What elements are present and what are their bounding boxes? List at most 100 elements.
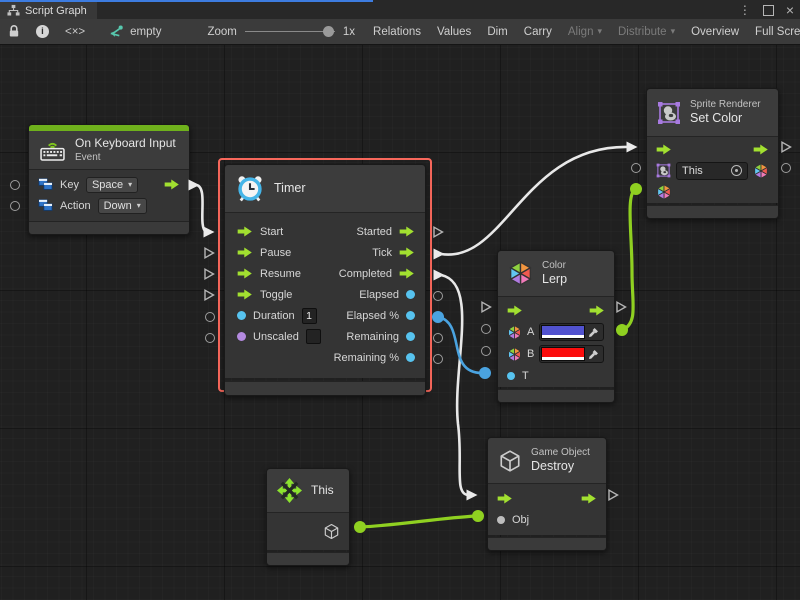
timer-remainingpct-port[interactable] — [433, 354, 443, 364]
exec-in-port[interactable] — [237, 226, 253, 237]
lerp-exit-port[interactable] — [614, 300, 628, 314]
window-menu-icon[interactable]: ⋮ — [739, 2, 751, 18]
exec-out-port[interactable] — [399, 268, 415, 279]
node-header[interactable]: Timer — [225, 165, 425, 213]
data-out-port[interactable] — [406, 290, 415, 299]
timer-start-connected-port[interactable] — [202, 225, 216, 239]
data-out-port[interactable] — [406, 311, 415, 320]
color-wheel-icon[interactable] — [507, 325, 522, 340]
node-header[interactable]: Game Object Destroy — [488, 438, 606, 484]
exec-out-port[interactable] — [399, 226, 415, 237]
distribute-dropdown[interactable]: Distribute▾ — [610, 19, 683, 44]
lerp-result-connected-port[interactable] — [616, 324, 628, 336]
exec-out-port[interactable] — [581, 493, 597, 504]
tab-script-graph[interactable]: Script Graph — [0, 2, 97, 19]
timer-tick-connected-port[interactable] — [432, 247, 446, 261]
keyboard-out-connected-port[interactable] — [187, 178, 201, 192]
timer-started-port[interactable] — [431, 225, 445, 239]
node-destroy[interactable]: Game Object Destroy Obj — [487, 437, 607, 551]
eyedropper-icon[interactable] — [587, 348, 600, 361]
setcolor-exit-port[interactable] — [779, 140, 793, 154]
graph-pointer-indicator[interactable]: empty — [93, 19, 169, 44]
node-header[interactable]: Sprite Renderer Set Color — [647, 89, 778, 137]
node-this[interactable]: This — [266, 468, 350, 566]
exec-in-port[interactable] — [507, 305, 523, 316]
object-picker-icon[interactable] — [731, 165, 742, 176]
exec-out-port[interactable] — [399, 247, 415, 258]
exec-in-port[interactable] — [237, 268, 253, 279]
carry-button[interactable]: Carry — [516, 19, 560, 44]
exec-in-port[interactable] — [497, 493, 513, 504]
fullscreen-button[interactable]: Full Screen — [747, 19, 800, 44]
node-header[interactable]: Color Lerp — [498, 251, 614, 297]
color-out-port[interactable] — [753, 163, 769, 179]
color-in-port[interactable] — [656, 184, 672, 200]
setcolor-target-port[interactable] — [631, 163, 641, 173]
values-button[interactable]: Values — [429, 19, 479, 44]
close-icon[interactable]: × — [786, 2, 794, 18]
color-out-port[interactable] — [614, 324, 615, 340]
action-dropdown[interactable]: Down ▾ — [98, 198, 147, 214]
duration-value-field[interactable]: 1 — [302, 308, 317, 324]
align-dropdown[interactable]: Align▾ — [560, 19, 610, 44]
setcolor-enter-connected-port[interactable] — [625, 140, 639, 154]
node-sprite-renderer-set-color[interactable]: Sprite Renderer Set Color This — [646, 88, 779, 219]
exec-out-port[interactable] — [589, 305, 605, 316]
color-b-control[interactable] — [539, 345, 604, 363]
relations-button[interactable]: Relations — [365, 19, 429, 44]
exec-in-port[interactable] — [656, 144, 672, 155]
timer-duration-port[interactable] — [205, 312, 215, 322]
maximize-icon[interactable] — [763, 5, 774, 16]
color-wheel-icon[interactable] — [507, 347, 522, 362]
lerp-t-connected-port[interactable] — [479, 367, 491, 379]
data-in-port[interactable] — [237, 332, 246, 341]
exec-out-port[interactable] — [753, 144, 769, 155]
info-button[interactable]: i — [28, 19, 57, 44]
this-out-connected-port[interactable] — [354, 521, 366, 533]
code-preview-button[interactable]: <×> — [57, 19, 93, 44]
lock-button[interactable] — [0, 19, 28, 44]
timer-remaining-port[interactable] — [433, 333, 443, 343]
data-out-port[interactable] — [406, 332, 415, 341]
destroy-enter-connected-port[interactable] — [465, 488, 479, 502]
unscaled-checkbox[interactable] — [306, 329, 321, 344]
timer-completed-connected-port[interactable] — [432, 268, 446, 282]
setcolor-color-connected-port[interactable] — [630, 183, 642, 195]
overview-button[interactable]: Overview — [683, 19, 747, 44]
lerp-enter-port[interactable] — [479, 300, 493, 314]
node-header[interactable]: On Keyboard Input Event — [29, 131, 189, 170]
eyedropper-icon[interactable] — [587, 326, 600, 339]
timer-unscaled-port[interactable] — [205, 333, 215, 343]
lerp-a-port[interactable] — [481, 324, 491, 334]
data-in-port[interactable] — [237, 311, 246, 320]
color-a-control[interactable] — [539, 323, 604, 341]
color-a-swatch[interactable] — [541, 325, 585, 339]
timer-toggle-port[interactable] — [202, 288, 216, 302]
destroy-exit-port[interactable] — [606, 488, 620, 502]
timer-elapsedpct-connected-port[interactable] — [432, 311, 444, 323]
node-color-lerp[interactable]: Color Lerp A B — [497, 250, 615, 403]
data-out-port[interactable] — [406, 353, 415, 362]
target-object-field[interactable]: This — [676, 162, 748, 180]
node-on-keyboard-input[interactable]: On Keyboard Input Event Key Space ▾ Acti… — [28, 124, 190, 235]
zoom-slider[interactable] — [245, 31, 335, 32]
timer-elapsed-port[interactable] — [433, 291, 443, 301]
exec-in-port[interactable] — [237, 289, 253, 300]
exec-out-port[interactable] — [164, 179, 180, 190]
keyboard-key-ext-port[interactable] — [10, 180, 20, 190]
exec-in-port[interactable] — [237, 247, 253, 258]
lerp-b-port[interactable] — [481, 346, 491, 356]
key-dropdown[interactable]: Space ▾ — [86, 177, 138, 193]
gameobject-out-port[interactable] — [323, 523, 340, 540]
node-timer[interactable]: Timer Start Pause Resume Toggle Duration… — [224, 164, 426, 396]
zoom-slider-handle[interactable] — [323, 26, 334, 37]
timer-pause-port[interactable] — [202, 246, 216, 260]
dim-button[interactable]: Dim — [479, 19, 515, 44]
keyboard-action-ext-port[interactable] — [10, 201, 20, 211]
timer-resume-port[interactable] — [202, 267, 216, 281]
t-in-port[interactable] — [507, 372, 515, 380]
color-b-swatch[interactable] — [541, 347, 585, 361]
node-header[interactable]: This — [267, 469, 349, 513]
setcolor-out-port[interactable] — [781, 163, 791, 173]
destroy-obj-connected-port[interactable] — [472, 510, 484, 522]
